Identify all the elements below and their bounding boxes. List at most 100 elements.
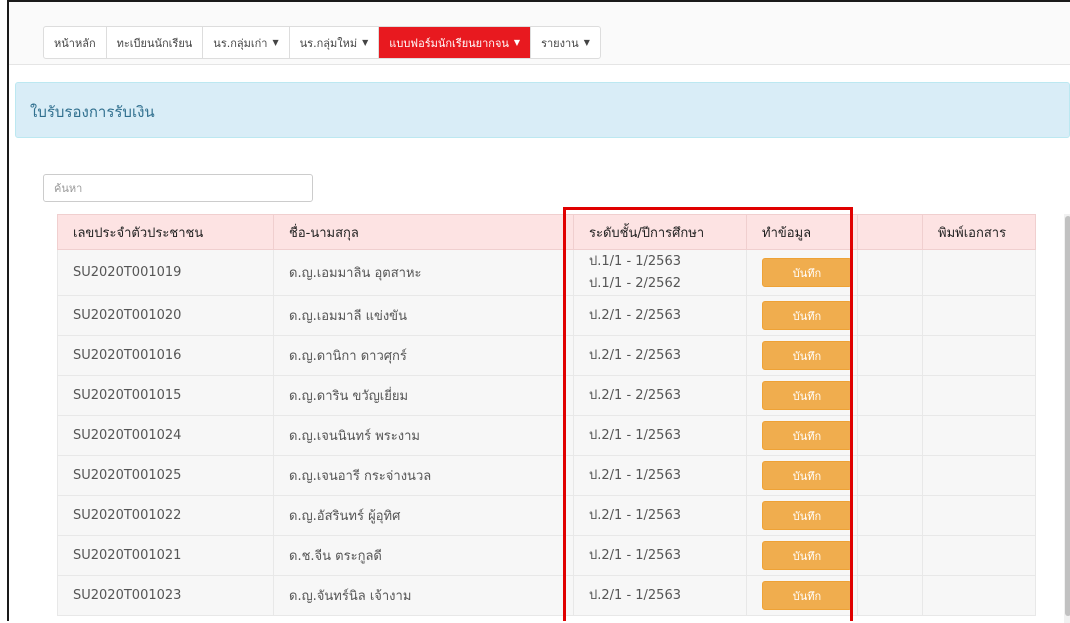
cell-blank	[857, 415, 923, 456]
cell-print	[922, 455, 1036, 496]
cell-id: SU2020T001016	[57, 335, 274, 376]
cell-id: SU2020T001015	[57, 375, 274, 416]
save-button[interactable]: บันทึก	[762, 501, 852, 530]
cell-name: ด.ญ.อัสรินทร์ ผู้อุทิศ	[273, 495, 574, 536]
table-row: SU2020T001023 ด.ญ.จันทร์นิล เจ้างาม ป.2/1 …	[57, 575, 1036, 616]
cell-action: บันทึก	[746, 295, 858, 336]
col-header-id: เลขประจำตัวประชาชน	[57, 214, 274, 250]
cell-blank	[857, 249, 923, 296]
nav-item-4[interactable]: แบบฟอร์มนักเรียนยากจน ▼	[379, 27, 532, 58]
cell-level: ป.2/1 - 2/2563	[573, 375, 747, 416]
cell-action: บันทึก	[746, 249, 858, 296]
table-row: SU2020T001015 ด.ญ.ดาริน ขวัญเยี่ยม ป.2/1 -…	[57, 375, 1036, 416]
cell-print	[922, 495, 1036, 536]
cell-level: ป.2/1 - 1/2563	[573, 495, 747, 536]
save-button[interactable]: บันทึก	[762, 461, 852, 490]
table-row: SU2020T001025 ด.ญ.เจนอารี กระจ่างนวล ป.2/1…	[57, 455, 1036, 496]
cell-level: ป.2/1 - 2/2563	[573, 335, 747, 376]
cell-id: SU2020T001020	[57, 295, 274, 336]
cell-name: ด.ญ.ดาริน ขวัญเยี่ยม	[273, 375, 574, 416]
table-row: SU2020T001021 ด.ช.จีน ตระกูลดี ป.2/1 - 1/2…	[57, 535, 1036, 576]
scroll-thumb[interactable]	[1065, 216, 1070, 616]
nav-item-label: นร.กลุ่มใหม่	[299, 36, 358, 50]
cell-id: SU2020T001023	[57, 575, 274, 616]
cell-id: SU2020T001022	[57, 495, 274, 536]
page-title-panel: ใบรับรองการรับเงิน	[15, 82, 1070, 138]
cell-blank	[857, 335, 923, 376]
cell-action: บันทึก	[746, 335, 858, 376]
cell-name: ด.ช.จีน ตระกูลดี	[273, 535, 574, 576]
table-row: SU2020T001016 ด.ญ.ดานิกา ดาวศุกร์ ป.2/1 - …	[57, 335, 1036, 376]
cell-print	[922, 415, 1036, 456]
page-title: ใบรับรองการรับเงิน	[30, 103, 155, 121]
col-header-level: ระดับชั้น/ปีการศึกษา	[573, 214, 747, 250]
save-button[interactable]: บันทึก	[762, 421, 852, 450]
nav-item-label: นร.กลุ่มเก่า	[213, 36, 268, 50]
cell-blank	[857, 375, 923, 416]
cell-blank	[857, 575, 923, 616]
nav-item-3[interactable]: นร.กลุ่มใหม่ ▼	[290, 27, 380, 58]
cell-blank	[857, 455, 923, 496]
table-row: SU2020T001024 ด.ญ.เจนนินทร์ พระงาม ป.2/1 -…	[57, 415, 1036, 456]
level-entry: ป.2/1 - 1/2563	[589, 467, 681, 483]
cell-action: บันทึก	[746, 415, 858, 456]
level-entry: ป.1/1 - 2/2562	[589, 275, 681, 291]
level-entry: ป.1/1 - 1/2563	[589, 253, 681, 269]
cell-action: บันทึก	[746, 375, 858, 416]
main-nav: หน้าหลัก ทะเบียนนักเรียน นร.กลุ่มเก่า ▼ นร.ก…	[43, 26, 601, 59]
cell-level: ป.2/1 - 1/2563	[573, 415, 747, 456]
cell-action: บันทึก	[746, 535, 858, 576]
nav-item-label: หน้าหลัก	[54, 36, 96, 50]
caret-down-icon: ▼	[513, 38, 521, 47]
cell-blank	[857, 295, 923, 336]
cell-level: ป.2/1 - 1/2563	[573, 455, 747, 496]
level-entry: ป.2/1 - 2/2563	[589, 387, 681, 403]
table-scrollbar[interactable]	[1064, 214, 1070, 623]
col-header-blank	[857, 214, 923, 250]
table-row: SU2020T001020 ด.ญ.เอมมาลี แข่งขัน ป.2/1 - …	[57, 295, 1036, 336]
save-button[interactable]: บันทึก	[762, 341, 852, 370]
cell-id: SU2020T001024	[57, 415, 274, 456]
cell-blank	[857, 535, 923, 576]
save-button[interactable]: บันทึก	[762, 581, 852, 610]
table-header-row: เลขประจำตัวประชาชน ชื่อ-นามสกุล ระดับชั้…	[57, 214, 1036, 250]
nav-item-1[interactable]: ทะเบียนนักเรียน	[107, 27, 204, 58]
caret-down-icon: ▼	[272, 38, 279, 47]
cell-print	[922, 375, 1036, 416]
cell-id: SU2020T001025	[57, 455, 274, 496]
save-button[interactable]: บันทึก	[762, 258, 852, 287]
cell-name: ด.ญ.จันทร์นิล เจ้างาม	[273, 575, 574, 616]
cell-name: ด.ญ.เอมมาลี แข่งขัน	[273, 295, 574, 336]
top-navbar: หน้าหลัก ทะเบียนนักเรียน นร.กลุ่มเก่า ▼ นร.ก…	[9, 2, 1070, 65]
cell-action: บันทึก	[746, 575, 858, 616]
level-entry: ป.2/1 - 1/2563	[589, 547, 681, 563]
nav-item-label: ทะเบียนนักเรียน	[116, 36, 193, 50]
cell-print	[922, 249, 1036, 296]
nav-item-0[interactable]: หน้าหลัก	[44, 27, 107, 58]
cell-print	[922, 575, 1036, 616]
nav-item-2[interactable]: นร.กลุ่มเก่า ▼	[203, 27, 290, 58]
caret-down-icon: ▼	[362, 38, 369, 47]
cell-action: บันทึก	[746, 455, 858, 496]
col-header-action: ทำข้อมูล	[746, 214, 858, 250]
cell-id: SU2020T001021	[57, 535, 274, 576]
cell-print	[922, 335, 1036, 376]
cell-name: ด.ญ.เจนอารี กระจ่างนวล	[273, 455, 574, 496]
table-row: SU2020T001022 ด.ญ.อัสรินทร์ ผู้อุทิศ ป.2/1…	[57, 495, 1036, 536]
cell-id: SU2020T001019	[57, 249, 274, 296]
save-button[interactable]: บันทึก	[762, 301, 852, 330]
cell-level: ป.2/1 - 2/2563	[573, 295, 747, 336]
cell-name: ด.ญ.ดานิกา ดาวศุกร์	[273, 335, 574, 376]
level-entry: ป.2/1 - 2/2563	[589, 307, 681, 323]
nav-item-5[interactable]: รายงาน ▼	[531, 27, 600, 58]
level-entry: ป.2/1 - 1/2563	[589, 427, 681, 443]
search-input[interactable]	[43, 174, 313, 202]
student-table: เลขประจำตัวประชาชน ชื่อ-นามสกุล ระดับชั้…	[57, 214, 1036, 616]
col-header-name: ชื่อ-นามสกุล	[273, 214, 574, 250]
nav-item-label: รายงาน	[541, 36, 579, 50]
save-button[interactable]: บันทึก	[762, 541, 852, 570]
save-button[interactable]: บันทึก	[762, 381, 852, 410]
cell-level: ป.1/1 - 1/2563 ป.1/1 - 2/2562	[573, 249, 747, 296]
level-entry: ป.2/1 - 2/2563	[589, 347, 681, 363]
app-frame: หน้าหลัก ทะเบียนนักเรียน นร.กลุ่มเก่า ▼ นร.ก…	[7, 0, 1070, 623]
